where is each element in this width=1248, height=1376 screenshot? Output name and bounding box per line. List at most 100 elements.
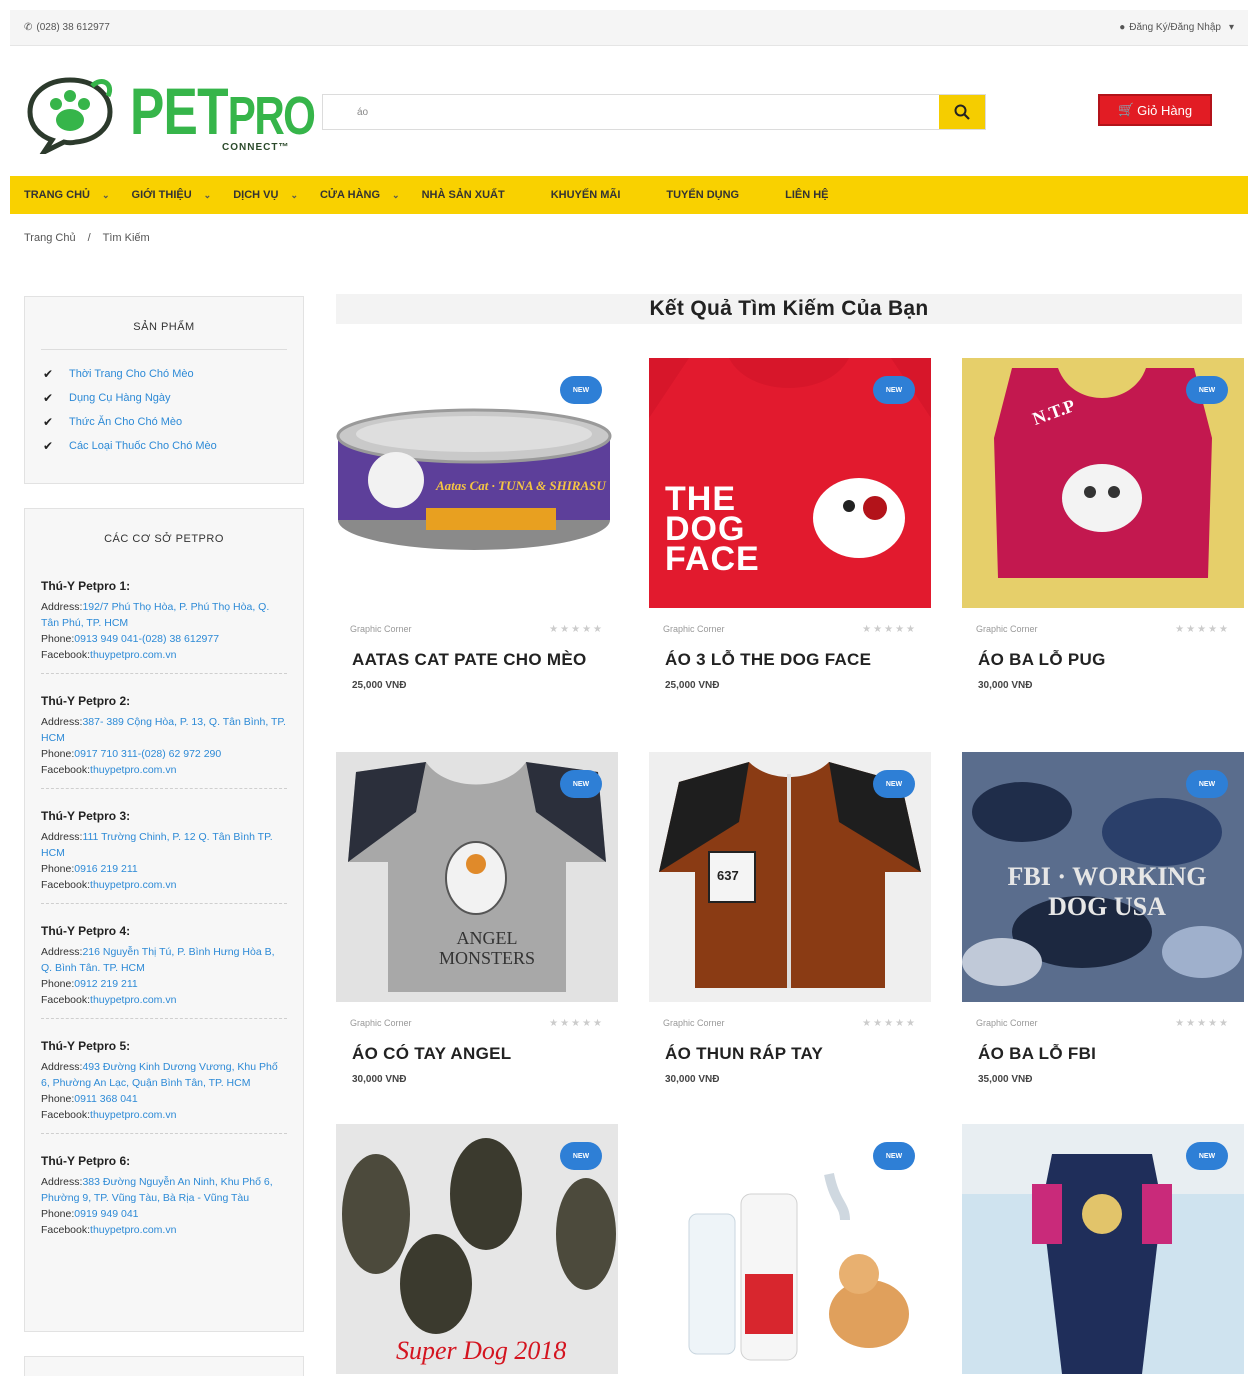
new-badge: NEW [873, 770, 915, 798]
rating-stars-icon: ★★★★★ [1175, 1017, 1230, 1029]
divider [41, 788, 287, 789]
cart-label: Giỏ Hàng [1137, 102, 1193, 118]
product-meta: Graphic Corner ★★★★★ [962, 622, 1244, 636]
product-card[interactable]: NEW ANGEL MONSTERS Graphic Corner ★★★★★ Á… [336, 752, 618, 1085]
search-icon [954, 104, 970, 120]
product-name[interactable]: ÁO BA LỖ FBI [962, 1044, 1244, 1064]
product-card[interactable]: NEW [962, 1124, 1244, 1374]
product-vendor: Graphic Corner [976, 1018, 1038, 1028]
divider [41, 903, 287, 904]
product-price: 30,000 VNĐ [352, 1074, 407, 1085]
product-meta: Graphic Corner ★★★★★ [336, 1016, 618, 1030]
product-price: 35,000 VNĐ [978, 1074, 1033, 1085]
breadcrumb-current: Tìm Kiếm [102, 232, 150, 244]
product-card[interactable]: NEW Aatas Cat · TUNA & SHIRASU Graphic C… [336, 358, 618, 691]
product-image[interactable]: NEW 637 [649, 752, 931, 1002]
phone-contact[interactable]: ✆ (028) 38 612977 [24, 22, 110, 33]
branch-block: Thú-Y Petpro 4: Address:216 Nguyễn Thị T… [25, 920, 303, 1019]
product-image[interactable]: NEW [962, 1124, 1244, 1374]
product-image[interactable]: NEW Super Dog 2018 [336, 1124, 618, 1374]
branch-phone[interactable]: Phone:0919 949 041 [41, 1206, 287, 1222]
search-button[interactable] [939, 95, 985, 129]
branch-phone[interactable]: Phone:0916 219 211 [41, 861, 287, 877]
product-card[interactable]: NEW FBI · WORKING DOG USA Graphic Corner… [962, 752, 1244, 1085]
branch-block: Thú-Y Petpro 1: Address:192/7 Phú Thọ Hò… [25, 575, 303, 674]
product-image[interactable]: NEW ANGEL MONSTERS [336, 752, 618, 1002]
account-menu[interactable]: ● Đăng Ký/Đăng Nhập ▾ [1119, 22, 1234, 33]
header: PETPRO CONNECT™ 🛒 Giỏ Hàng [10, 56, 1248, 166]
branch-phone[interactable]: Phone:0911 368 041 [41, 1091, 287, 1107]
product-image[interactable]: NEW THE DOG FACE [649, 358, 931, 608]
sidebar-category[interactable]: ✔ Các Loại Thuốc Cho Chó Mèo [25, 434, 303, 458]
branch-facebook[interactable]: Facebook:thuypetpro.com.vn [41, 992, 287, 1008]
product-image[interactable]: NEW [649, 1124, 931, 1374]
new-badge: NEW [560, 1142, 602, 1170]
branch-phone[interactable]: Phone:0917 710 311-(028) 62 972 290 [41, 746, 287, 762]
rating-stars-icon: ★★★★★ [862, 1017, 917, 1029]
product-card[interactable]: NEW 637 Graphic Corner ★★★★★ ÁO THUN RÁP … [649, 752, 931, 1085]
branch-name: Thú-Y Petpro 4: [41, 924, 131, 938]
product-card[interactable]: NEW THE DOG FACE Graphic Corner ★★★★★ ÁO … [649, 358, 931, 691]
new-badge: NEW [1186, 1142, 1228, 1170]
chevron-down-icon: ⌄ [203, 189, 212, 200]
branch-facebook[interactable]: Facebook:thuypetpro.com.vn [41, 647, 287, 663]
sidebar-products-title: SẢN PHẨM [133, 321, 195, 333]
product-name[interactable]: ÁO CÓ TAY ANGEL [336, 1044, 618, 1064]
branch-facebook[interactable]: Facebook:thuypetpro.com.vn [41, 1107, 287, 1123]
nav-item-promotions[interactable]: KHUYẾN MÃI [551, 189, 621, 201]
sidebar-category[interactable]: ✔ Dụng Cụ Hàng Ngày [25, 386, 303, 410]
nav-item-home[interactable]: TRANG CHỦ ⌄ [24, 189, 110, 201]
product-image[interactable]: NEW N.T.P [962, 358, 1244, 608]
nav-item-services[interactable]: DỊCH VỤ ⌄ [233, 189, 298, 201]
phone-number: (028) 38 612977 [36, 22, 110, 33]
new-badge: NEW [560, 376, 602, 404]
product-image[interactable]: NEW FBI · WORKING DOG USA [962, 752, 1244, 1002]
sidebar-category[interactable]: ✔ Thời Trang Cho Chó Mèo [25, 362, 303, 386]
product-vendor: Graphic Corner [663, 1018, 725, 1028]
product-meta: Graphic Corner ★★★★★ [962, 1016, 1244, 1030]
check-icon: ✔ [43, 439, 54, 453]
branch-facebook[interactable]: Facebook:thuypetpro.com.vn [41, 877, 287, 893]
product-name[interactable]: ÁO 3 LỖ THE DOG FACE [649, 650, 931, 670]
breadcrumb-separator: / [87, 232, 91, 244]
product-name[interactable]: AATAS CAT PATE CHO MÈO [336, 650, 618, 670]
nav-item-store[interactable]: CỬA HÀNG ⌄ [320, 189, 400, 201]
product-meta: Graphic Corner ★★★★★ [336, 622, 618, 636]
cart-icon: 🛒 [1117, 102, 1135, 117]
nav-item-contact[interactable]: LIÊN HỆ [785, 189, 828, 201]
product-image[interactable]: NEW Aatas Cat · TUNA & SHIRASU [336, 358, 618, 608]
search-input[interactable] [323, 95, 939, 129]
results-title: Kết Quả Tìm Kiếm Của Bạn [336, 294, 1242, 324]
rating-stars-icon: ★★★★★ [549, 1017, 604, 1029]
search-bar [322, 94, 986, 130]
branch-phone[interactable]: Phone:0912 219 211 [41, 976, 287, 992]
sidebar-category[interactable]: ✔ Thức Ăn Cho Chó Mèo [25, 410, 303, 434]
rating-stars-icon: ★★★★★ [549, 623, 604, 635]
chevron-down-icon: ⌄ [290, 189, 298, 200]
product-name[interactable]: ÁO BA LỖ PUG [962, 650, 1244, 670]
nav-item-about[interactable]: GIỚI THIỆU ⌄ [132, 189, 212, 201]
branch-facebook[interactable]: Facebook:thuypetpro.com.vn [41, 762, 287, 778]
main-nav: TRANG CHỦ ⌄ GIỚI THIỆU ⌄ DỊCH VỤ ⌄ CỬA HÀNG… [10, 176, 1248, 214]
breadcrumb-home[interactable]: Trang Chủ [24, 232, 76, 244]
product-name[interactable]: ÁO THUN RÁP TAY [649, 1044, 931, 1064]
petpro-logo[interactable]: PETPRO CONNECT™ [22, 70, 316, 154]
product-card[interactable]: NEW N.T.P Graphic Corner ★★★★★ ÁO BA LỖ P… [962, 358, 1244, 691]
product-card[interactable]: NEW Super Dog 2018 [336, 1124, 618, 1374]
shirt-print-text: FBI · WORKING DOG USA [1007, 862, 1207, 921]
branch-phone[interactable]: Phone:0913 949 041-(028) 38 612977 [41, 631, 287, 647]
product-price: 25,000 VNĐ [665, 680, 720, 691]
branch-facebook[interactable]: Facebook:thuypetpro.com.vn [41, 1222, 287, 1238]
nav-item-careers[interactable]: TUYỂN DỤNG [666, 189, 739, 201]
cart-button[interactable]: 🛒 Giỏ Hàng [1098, 94, 1212, 126]
nav-item-manufacturers[interactable]: NHÀ SẢN XUẤT [422, 189, 505, 201]
chevron-down-icon: ▾ [1228, 22, 1234, 33]
new-badge: NEW [560, 770, 602, 798]
rating-stars-icon: ★★★★★ [1175, 623, 1230, 635]
product-vendor: Graphic Corner [350, 624, 412, 634]
product-price: 30,000 VNĐ [978, 680, 1033, 691]
sidebar-branches: CÁC CƠ SỞ PETPRO Thú-Y Petpro 1: Address… [24, 508, 304, 1332]
product-card[interactable]: NEW [649, 1124, 931, 1374]
branch-address: Address:111 Trường Chinh, P. 12 Q. Tân B… [41, 831, 273, 859]
check-icon: ✔ [43, 391, 54, 405]
